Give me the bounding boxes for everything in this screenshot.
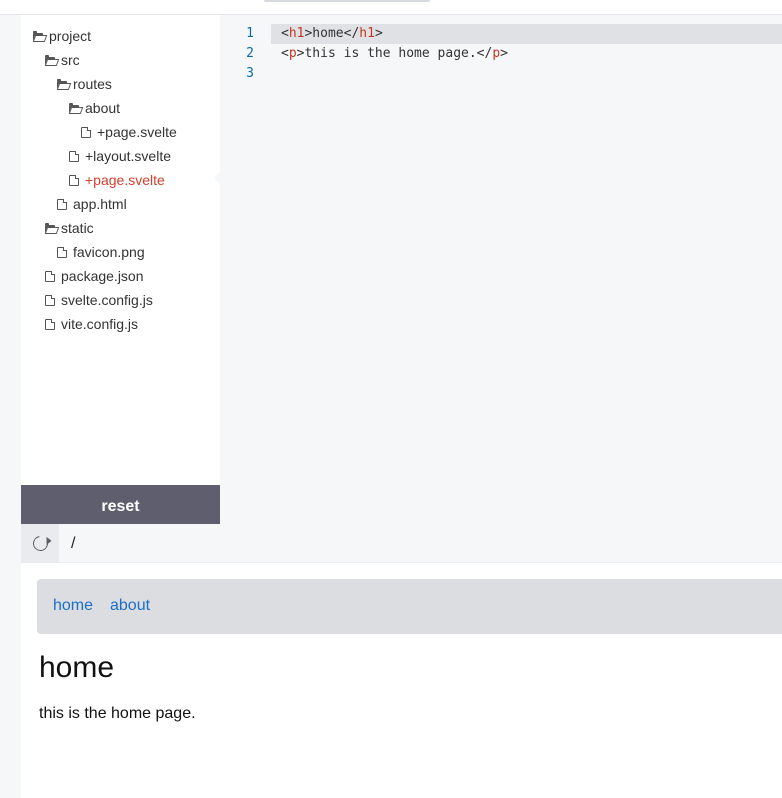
- tree-item-label: +layout.svelte: [85, 148, 171, 164]
- code-line: 3​: [220, 64, 782, 84]
- code-text: <h1>home</h1>: [271, 24, 782, 44]
- tree-item-label: static: [61, 220, 94, 236]
- tree-item-label: about: [85, 100, 121, 116]
- code-token: >: [500, 46, 508, 61]
- refresh-icon: [29, 533, 51, 554]
- tree-item-label: svelte.config.js: [61, 292, 153, 308]
- file-icon: [45, 270, 55, 282]
- file-icon: [69, 150, 79, 162]
- code-tag-token: h1: [288, 26, 305, 41]
- file-icon: [81, 126, 91, 138]
- tree-item-label: app.html: [73, 196, 127, 212]
- preview-pane: home about home this is the home page.: [21, 563, 782, 798]
- url-input[interactable]: [71, 533, 761, 555]
- file-icon: [45, 318, 55, 330]
- page-paragraph: this is the home page.: [39, 705, 196, 722]
- code-editor[interactable]: 1 <h1>home</h1> 2 <p>this is the home page.…: [220, 15, 782, 524]
- left-gutter: ·: [0, 15, 21, 798]
- folder-icon: [69, 102, 79, 113]
- nav-link-home[interactable]: home: [53, 597, 93, 615]
- tree-folder[interactable]: about: [69, 96, 120, 120]
- tree-file[interactable]: +page.svelte: [81, 120, 177, 144]
- code-token: <: [281, 46, 289, 61]
- file-icon: [69, 174, 79, 186]
- preview-nav: home about: [37, 579, 782, 634]
- code-text: ​: [271, 64, 782, 84]
- tree-file[interactable]: svelte.config.js: [45, 288, 153, 312]
- refresh-button[interactable]: [21, 524, 59, 563]
- tree-item-label: vite.config.js: [61, 316, 139, 332]
- tree-file[interactable]: +layout.svelte: [69, 144, 171, 168]
- line-number: 1: [246, 26, 254, 41]
- tree-file[interactable]: app.html: [57, 192, 127, 216]
- code-line: 2 <p>this is the home page.</p>: [220, 44, 782, 64]
- file-icon: [45, 294, 55, 306]
- tree-file[interactable]: favicon.png: [57, 240, 145, 264]
- folder-icon: [45, 222, 55, 233]
- nav-link-about[interactable]: about: [110, 597, 150, 615]
- tree-item-label: favicon.png: [73, 244, 145, 260]
- code-tag-token: p: [492, 46, 501, 61]
- top-tab-indicator: [264, 0, 430, 2]
- tree-item-label: +page.svelte: [97, 124, 177, 140]
- tree-file[interactable]: package.json: [45, 264, 144, 288]
- file-icon: [57, 246, 67, 258]
- code-line: 1 <h1>home</h1>: [220, 24, 782, 44]
- tree-file[interactable]: vite.config.js: [45, 312, 138, 336]
- gutter-mark: ·: [0, 41, 1, 55]
- top-bar: [0, 0, 782, 15]
- file-tree-sidebar: project src routes about +page.svelte +layout…: [21, 15, 220, 524]
- tree-item-label: package.json: [61, 268, 144, 284]
- code-tag-token: p: [288, 46, 297, 61]
- reset-button[interactable]: reset: [21, 485, 220, 524]
- preview-toolbar: [21, 524, 782, 563]
- line-number: 3: [246, 66, 254, 81]
- tree-folder[interactable]: project: [33, 24, 91, 48]
- folder-icon: [57, 78, 67, 89]
- tree-item-label: +page.svelte: [85, 172, 165, 188]
- tree-folder[interactable]: routes: [57, 72, 112, 96]
- code-text: <p>this is the home page.</p>: [271, 44, 782, 64]
- folder-icon: [33, 30, 43, 41]
- code-token: >home</: [304, 26, 360, 41]
- code-tag-token: h1: [359, 26, 375, 41]
- code-token: >: [374, 26, 383, 41]
- page-heading: home: [39, 651, 115, 684]
- tree-folder[interactable]: src: [45, 48, 80, 72]
- tree-item-label: routes: [73, 76, 112, 92]
- code-token: <: [281, 26, 289, 41]
- file-icon: [57, 198, 67, 210]
- line-number: 2: [246, 46, 254, 61]
- code-token: >this is the home page.</: [296, 46, 493, 61]
- tree-item-label: src: [61, 52, 80, 68]
- tree-folder[interactable]: static: [45, 216, 94, 240]
- tree-item-label: project: [49, 28, 92, 44]
- folder-icon: [45, 54, 55, 65]
- tree-file[interactable]: +page.svelte: [69, 168, 165, 192]
